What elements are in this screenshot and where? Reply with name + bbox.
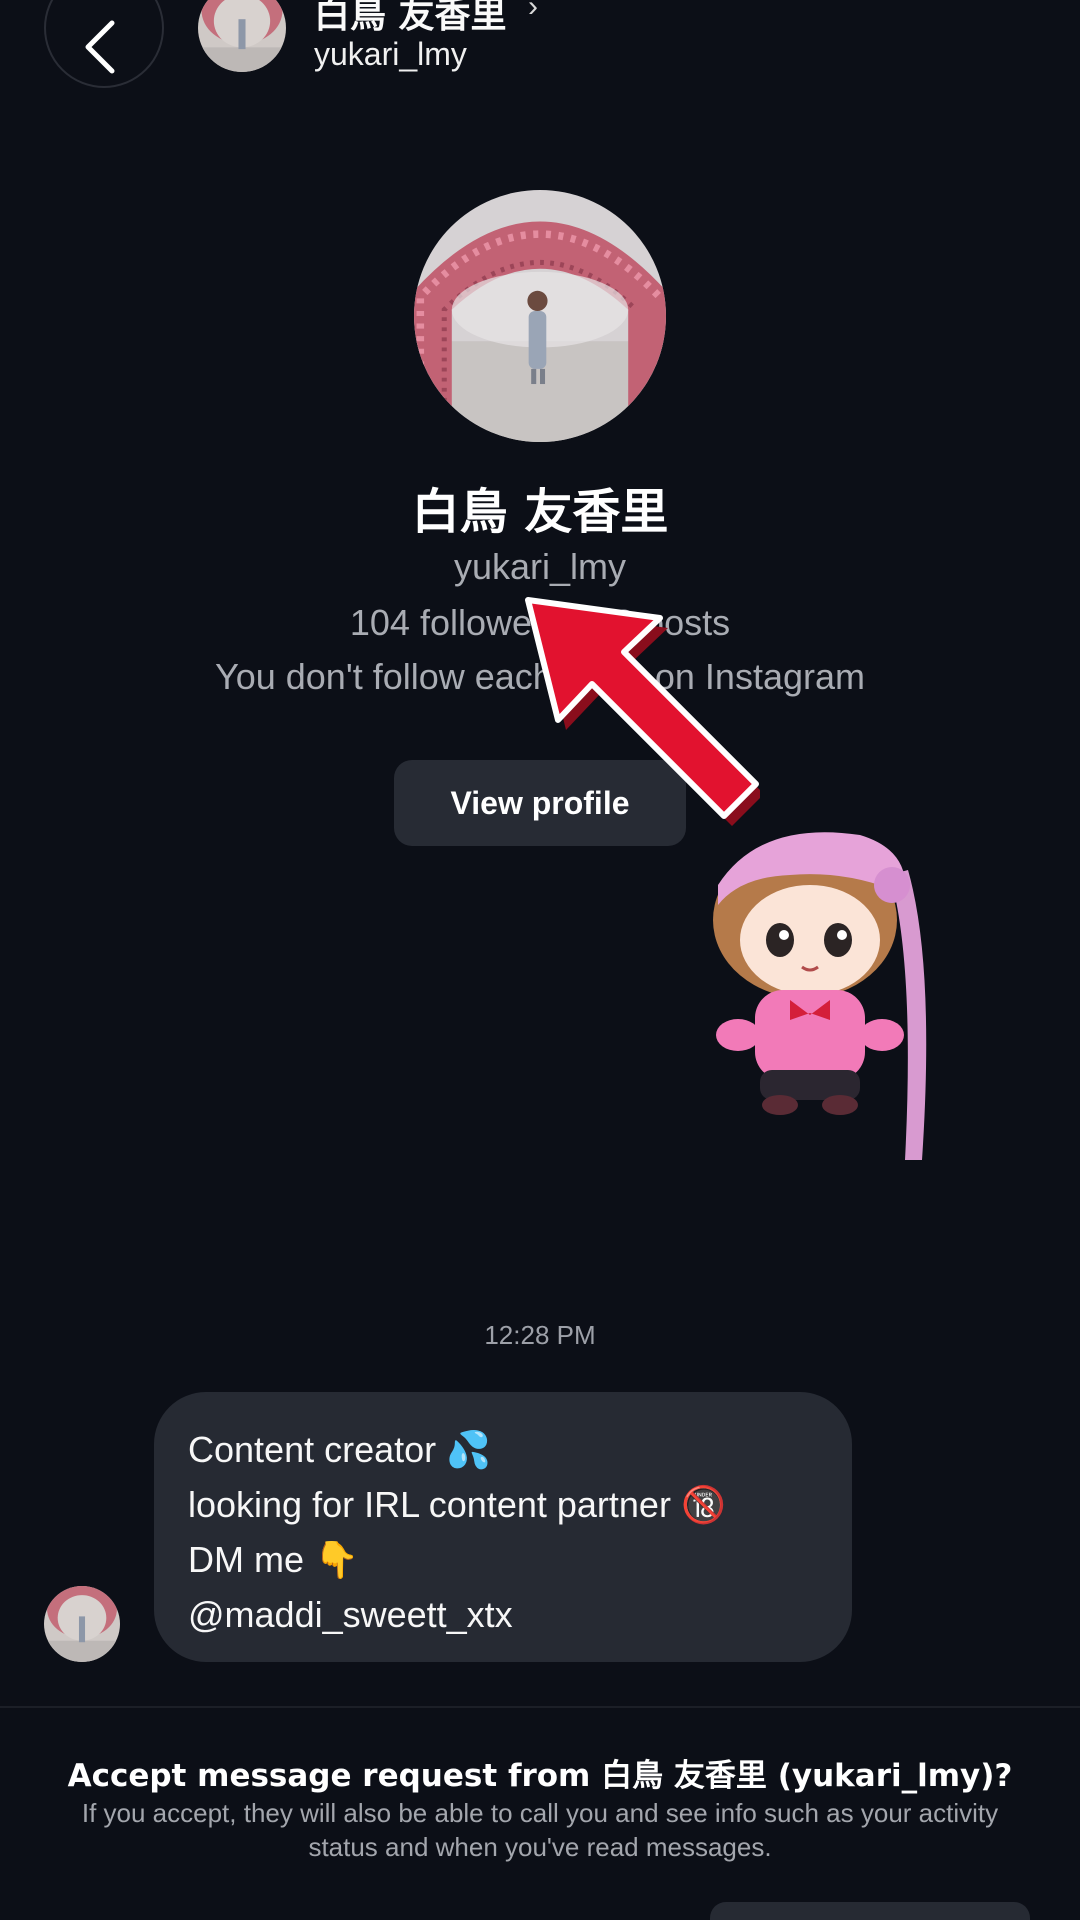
profile-avatar[interactable]: [414, 190, 666, 442]
header-avatar[interactable]: [198, 0, 286, 72]
red-arrow-overlay: [525, 597, 760, 826]
request-description: If you accept, they will also be able to…: [81, 1798, 999, 1862]
dm-request-screen: 白鳥 友香里 › yukari_lmy 白鳥 友香里 yukari_lmy 10…: [0, 0, 1080, 1920]
request-title: Accept message request from 白鳥 友香里 (yuka…: [67, 1758, 1013, 1794]
request-action-button[interactable]: [710, 1902, 1030, 1920]
message-line: looking for IRL content partner 🔞: [188, 1484, 726, 1525]
profile-display-name: 白鳥 友香里: [411, 484, 669, 540]
profile-username: yukari_lmy: [453, 546, 627, 587]
chevron-right-icon[interactable]: ›: [528, 0, 538, 24]
divider: [0, 1706, 1080, 1708]
message-timestamp: 12:28 PM: [484, 1320, 596, 1350]
message-mention-link[interactable]: @maddi_sweett_xtx: [188, 1587, 818, 1642]
header-display-name[interactable]: 白鳥 友香里: [314, 0, 507, 38]
message-line: DM me 👇: [188, 1539, 359, 1580]
chevron-left-icon: [85, 20, 115, 74]
sender-avatar[interactable]: [44, 1586, 120, 1662]
back-button[interactable]: [44, 0, 164, 88]
message-bubble[interactable]: Content creator 💦 looking for IRL conten…: [154, 1392, 852, 1662]
message-line: Content creator 💦: [188, 1429, 491, 1470]
plush-doll-sticker: [713, 832, 927, 1160]
header-username[interactable]: yukari_lmy: [314, 36, 467, 73]
